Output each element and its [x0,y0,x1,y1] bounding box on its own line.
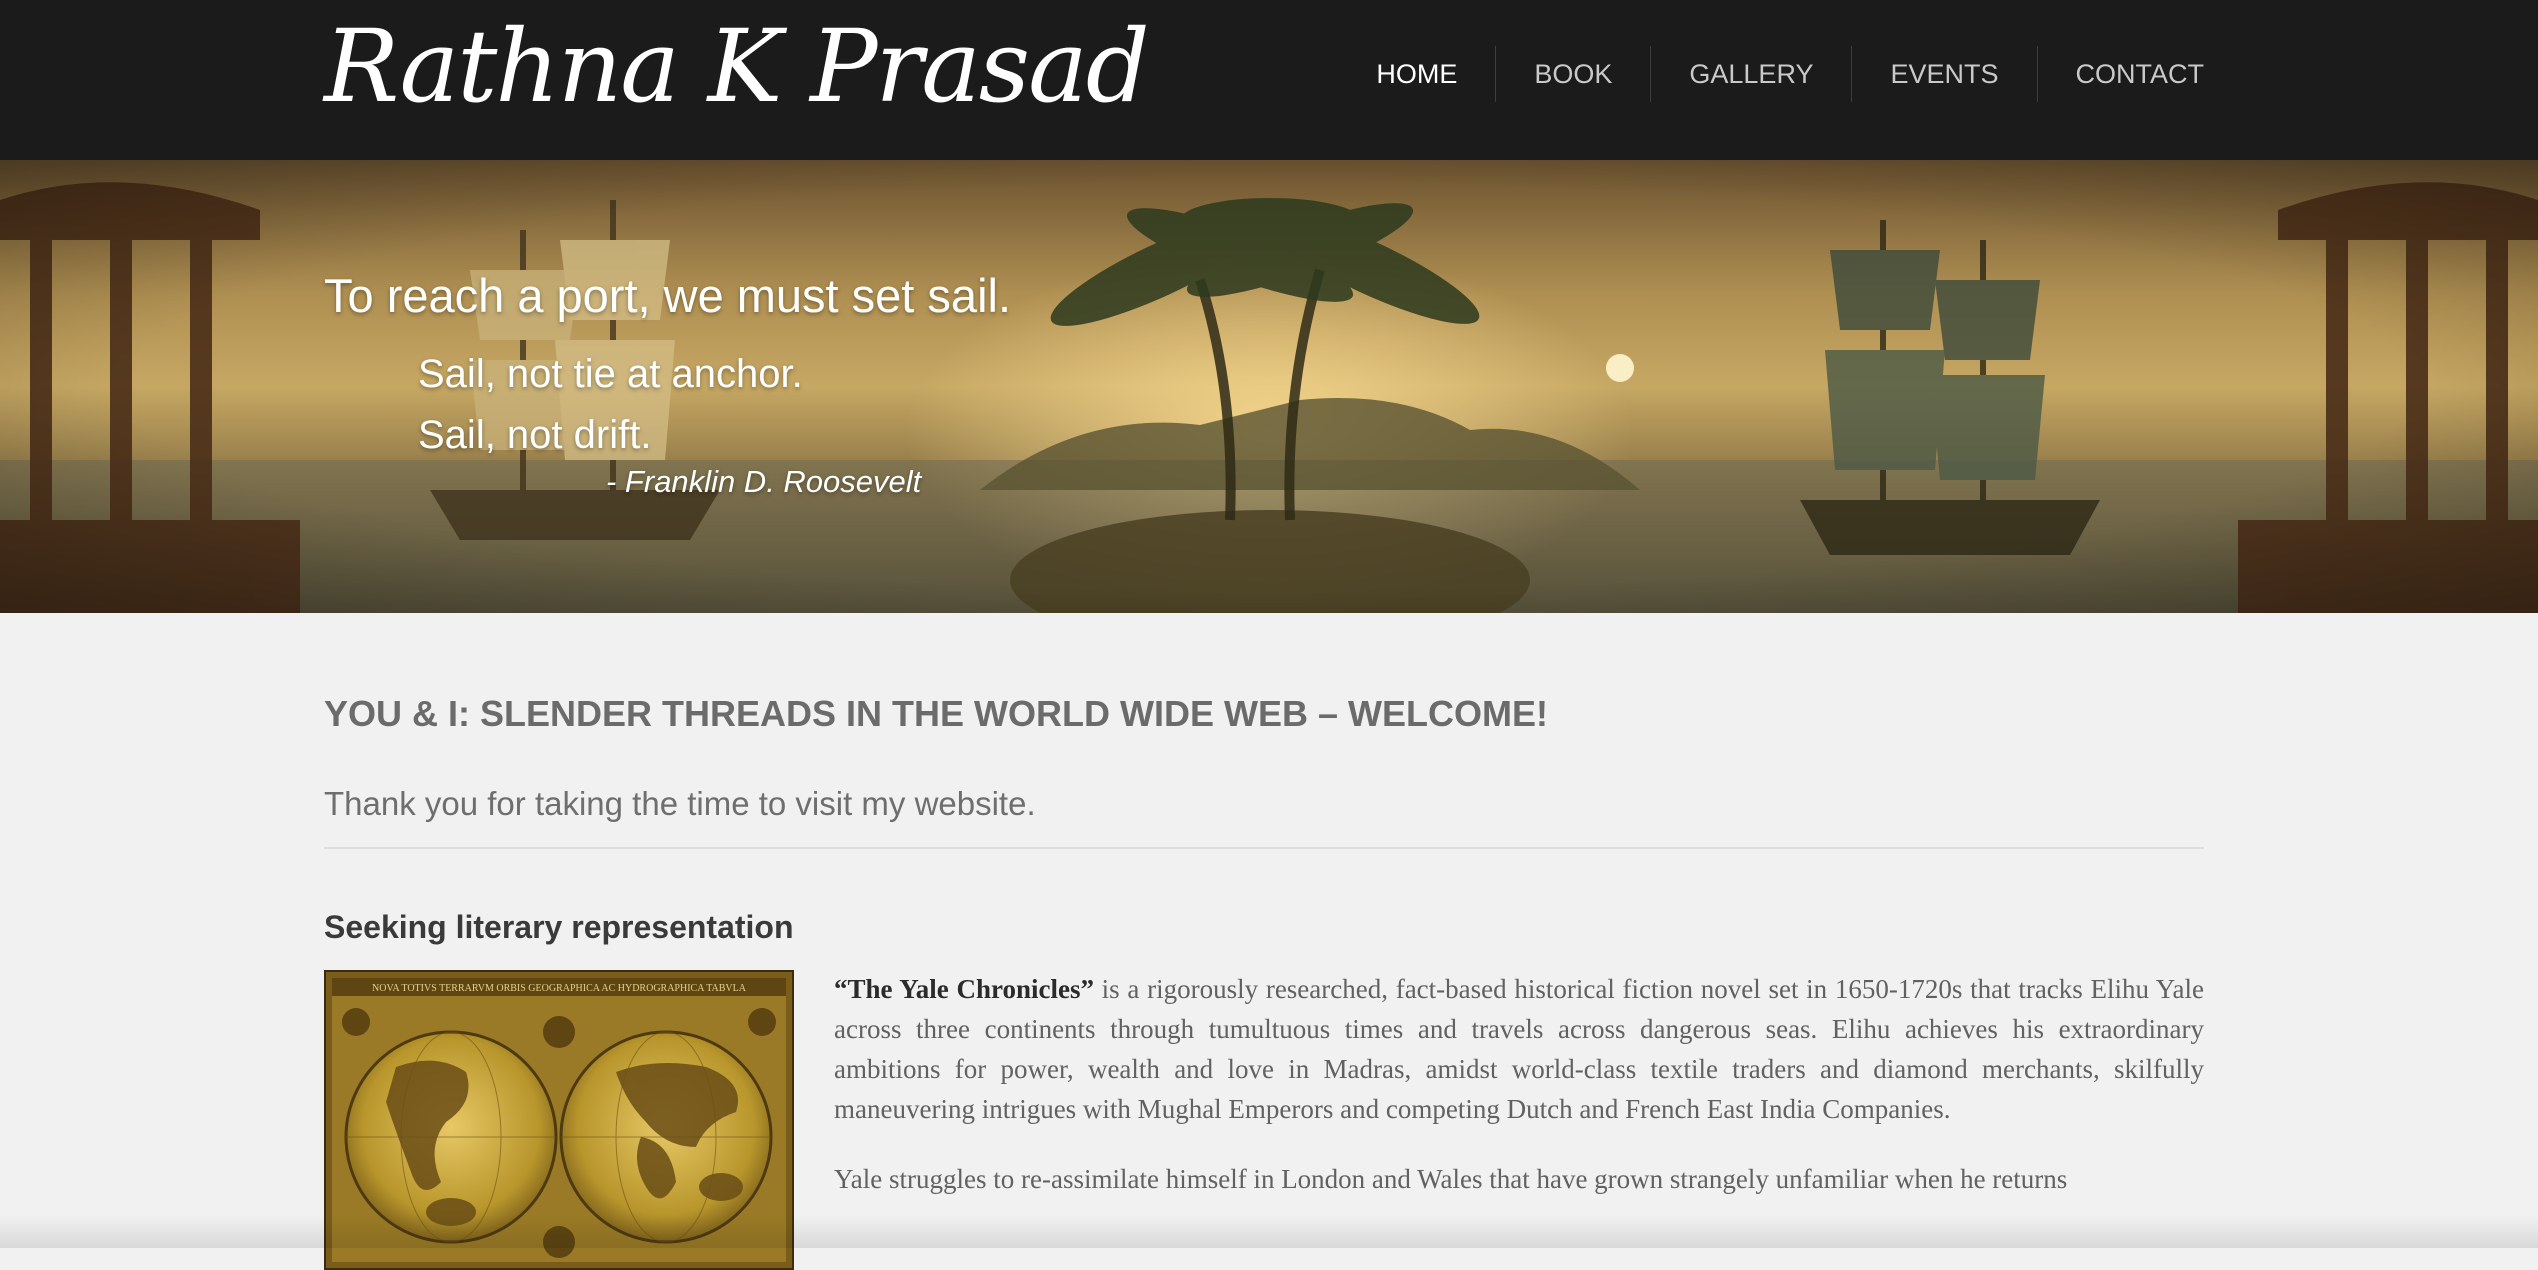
welcome-heading: YOU & I: SLENDER THREADS IN THE WORLD WI… [324,693,1548,734]
section-divider [324,847,2204,849]
nav-contact[interactable]: CONTACT [2036,46,2204,102]
main-nav: HOME BOOK GALLERY EVENTS CONTACT [1338,46,2204,102]
book-description: “The Yale Chronicles” is a rigorously re… [834,969,2204,1229]
quote-line-2: Sail, not tie at anchor. [418,352,803,396]
nav-events[interactable]: EVENTS [1851,46,2036,102]
map-caption: NOVA TOTIVS TERRARVM ORBIS GEOGRAPHICA A… [372,983,747,994]
nav-book[interactable]: BOOK [1495,46,1650,102]
welcome-subtitle: Thank you for taking the time to visit m… [324,785,1036,822]
quote-line-3: Sail, not drift. [418,413,652,457]
book-title: “The Yale Chronicles” [834,974,1094,1004]
world-map-illustration: NOVA TOTIVS TERRARVM ORBIS GEOGRAPHICA A… [326,972,792,1268]
nav-home[interactable]: HOME [1338,46,1495,102]
section-title: Seeking literary representation [324,909,794,945]
hero-banner: To reach a port, we must set sail. Sail,… [0,160,2538,613]
hero-seascape-illustration [0,160,2538,613]
site-logo[interactable]: Rathna K Prasad [324,2,1150,132]
site-header: Rathna K Prasad HOME BOOK GALLERY EVENTS… [0,0,2538,160]
book-paragraph-2: Yale struggles to re-assimilate himself … [834,1164,2068,1194]
quote-attribution: - Franklin D. Roosevelt [606,464,922,499]
antique-world-map-image[interactable]: NOVA TOTIVS TERRARVM ORBIS GEOGRAPHICA A… [324,970,794,1270]
nav-gallery[interactable]: GALLERY [1650,46,1851,102]
quote-line-1: To reach a port, we must set sail. [324,269,1012,322]
book-paragraph-1: “The Yale Chronicles” is a rigorously re… [834,969,2204,1129]
